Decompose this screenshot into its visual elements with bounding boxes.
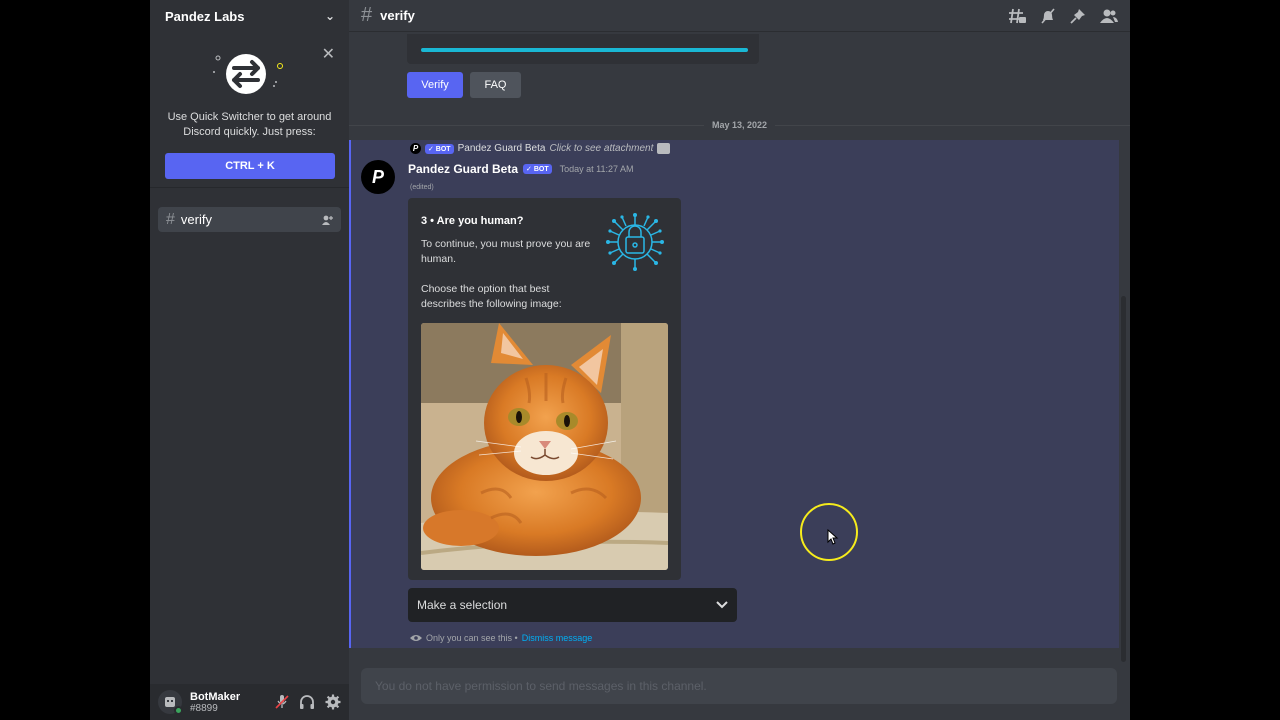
user-panel: BotMaker #8899: [150, 684, 349, 720]
scrollbar[interactable]: [1121, 296, 1126, 662]
quick-switcher-shortcut-button[interactable]: CTRL + K: [165, 153, 335, 179]
channel-item-verify[interactable]: # verify: [158, 207, 341, 232]
embed-accent-bar: [421, 48, 748, 52]
embed-instruction: Choose the option that best describes th…: [421, 283, 562, 310]
server-name: Pandez Labs: [165, 8, 245, 24]
composer-placeholder: You do not have permission to send messa…: [375, 679, 707, 693]
close-icon[interactable]: ✕: [322, 44, 335, 64]
channel-name: verify: [180, 212, 212, 227]
reply-text: Click to see attachment: [549, 143, 654, 154]
divider-line: [775, 124, 1130, 126]
edited-label: (edited): [410, 184, 434, 191]
ephemeral-notice: Only you can see this • Dismiss message: [410, 633, 592, 643]
add-member-icon[interactable]: [322, 215, 333, 225]
swap-arrows-icon: [213, 54, 283, 94]
avatar[interactable]: P: [361, 160, 395, 194]
dropdown-placeholder: Make a selection: [417, 598, 508, 612]
chevron-down-icon: ⌄: [324, 9, 335, 23]
header-toolbar: [1008, 7, 1118, 24]
channel-sidebar: Pandez Labs ⌄ ✕ Use Quick Switcher to ge…: [150, 0, 349, 720]
date-label: May 13, 2022: [711, 120, 768, 130]
threads-icon[interactable]: [1008, 8, 1026, 24]
channel-header: # verify: [349, 0, 1130, 32]
reply-avatar: P: [410, 143, 421, 154]
server-header[interactable]: Pandez Labs ⌄: [150, 0, 349, 32]
mouse-cursor-icon: [827, 529, 839, 545]
author-name[interactable]: Pandez Guard Beta: [408, 162, 518, 176]
chat-area: # verify Verify FAQ May 13, 2022 P ✓ BOT…: [349, 0, 1130, 720]
cat-image: [421, 323, 668, 570]
message-header: Pandez Guard Beta ✓ BOT Today at 11:27 A…: [408, 162, 634, 176]
dismiss-message-link[interactable]: Dismiss message: [522, 633, 593, 643]
circuit-lock-icon: [606, 213, 664, 271]
timestamp: Today at 11:27 AM: [559, 164, 634, 174]
eye-icon: [410, 635, 422, 641]
online-status-indicator: [174, 706, 183, 715]
previous-embed: [407, 34, 759, 64]
quick-switcher-text: Use Quick Switcher to get around Discord…: [167, 111, 332, 138]
embed-description: To continue, you must prove you are huma…: [421, 238, 591, 265]
username: BotMaker: [190, 690, 241, 703]
divider-line: [349, 124, 704, 126]
user-info[interactable]: BotMaker #8899: [190, 691, 240, 714]
bot-badge: ✓ BOT: [425, 143, 454, 154]
bot-badge: ✓ BOT: [523, 164, 552, 174]
channel-title: verify: [380, 8, 415, 23]
selection-dropdown[interactable]: Make a selection: [408, 588, 737, 622]
notification-off-icon[interactable]: [1040, 7, 1056, 24]
user-controls: [275, 694, 341, 710]
message-composer: You do not have permission to send messa…: [361, 668, 1117, 704]
pin-icon[interactable]: [1070, 8, 1086, 24]
image-icon: [657, 143, 671, 154]
avatar[interactable]: [158, 690, 183, 715]
chevron-down-icon: [716, 601, 728, 609]
discord-window: Pandez Labs ⌄ ✕ Use Quick Switcher to ge…: [150, 0, 1130, 720]
embed-title: 3 • Are you human?: [421, 215, 524, 227]
captcha-embed: 3 • Are you human? To continue, you must…: [408, 198, 681, 580]
ephemeral-text: Only you can see this •: [426, 633, 518, 643]
headphones-icon[interactable]: [299, 694, 315, 710]
bot-message: P ✓ BOT Pandez Guard Beta Click to see a…: [349, 140, 1119, 648]
user-tag: #8899: [190, 702, 218, 714]
members-icon[interactable]: [1100, 8, 1118, 24]
gear-icon[interactable]: [325, 694, 341, 710]
quick-switcher-tip: ✕ Use Quick Switcher to get around Disco…: [150, 38, 349, 188]
hash-icon: #: [361, 4, 373, 26]
verify-button[interactable]: Verify: [407, 72, 463, 98]
hash-icon: #: [166, 210, 175, 228]
date-divider: May 13, 2022: [349, 118, 1130, 132]
reply-reference[interactable]: P ✓ BOT Pandez Guard Beta Click to see a…: [410, 143, 671, 154]
reply-author: Pandez Guard Beta: [457, 143, 546, 154]
faq-button[interactable]: FAQ: [470, 72, 521, 98]
microphone-muted-icon[interactable]: [275, 694, 289, 710]
